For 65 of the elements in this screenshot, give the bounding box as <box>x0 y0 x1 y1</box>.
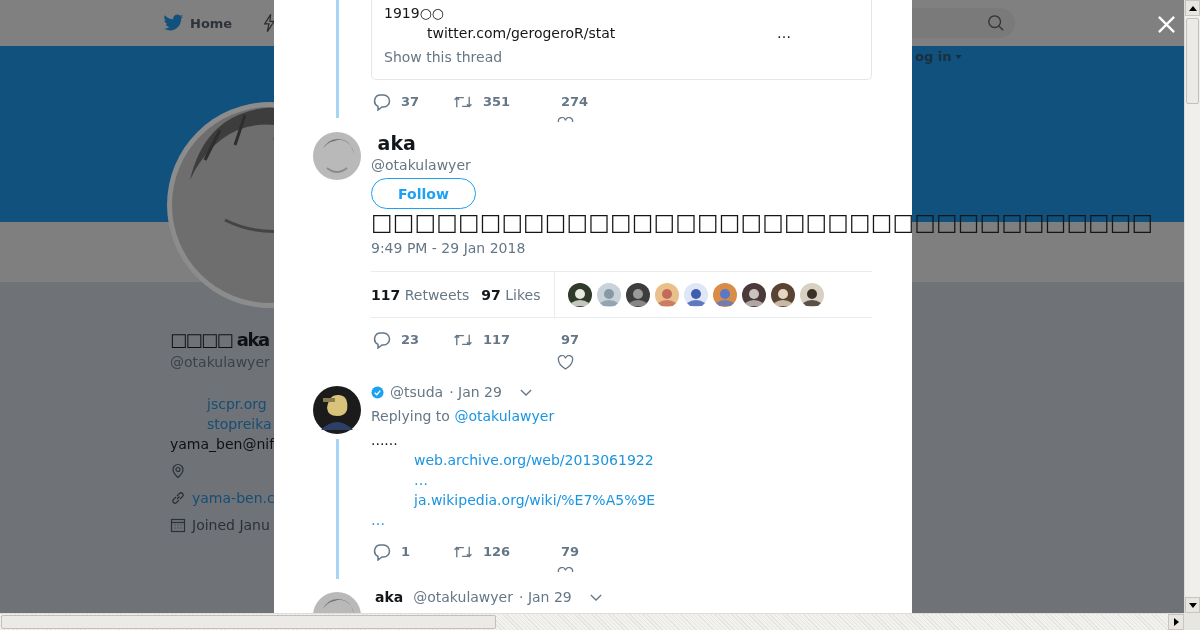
down-arrow-icon <box>1188 602 1197 608</box>
chevron-down-icon[interactable] <box>519 388 532 396</box>
lightning-icon[interactable] <box>263 13 276 33</box>
tweet-link[interactable]: web.archive.org/web/2013061922 <box>414 450 654 470</box>
search-icon <box>987 14 1006 32</box>
scroll-right-button[interactable] <box>1168 614 1184 630</box>
scrollbar-corner <box>1184 613 1200 630</box>
author-name[interactable]: aka <box>371 587 404 607</box>
tweet-link[interactable]: twitter.com/gerogeroR/stat <box>427 23 777 43</box>
author-handle[interactable]: @tsuda <box>390 382 444 402</box>
reply-icon[interactable] <box>373 543 391 561</box>
reply-icon[interactable] <box>373 93 391 111</box>
up-arrow-icon <box>1188 5 1197 11</box>
like-count: 79 <box>561 543 580 561</box>
vertical-scrollbar[interactable] <box>1184 0 1200 613</box>
horizontal-scrollbar[interactable] <box>0 613 1184 630</box>
link-icon <box>170 490 186 506</box>
tweet-link[interactable]: … <box>414 470 428 490</box>
reply-icon[interactable] <box>373 331 391 349</box>
bio-email: yama_ben@nif <box>170 435 275 454</box>
scrollbar-thumb[interactable] <box>1186 18 1199 104</box>
retweet-count: 126 <box>483 543 511 561</box>
follow-button[interactable]: Follow <box>371 178 476 209</box>
close-icon[interactable] <box>1157 15 1176 34</box>
replying-to-label: Replying to <box>371 408 450 424</box>
quoted-tweet-card[interactable]: 1919○○ twitter.com/gerogeroR/stat … Show this thread <box>371 0 872 80</box>
show-thread-link[interactable]: Show this thread <box>384 47 859 67</box>
tweet-date[interactable]: · Jan 29 <box>519 587 572 607</box>
retweets-stat[interactable]: 117 Retweets <box>371 286 470 303</box>
reply-count: 37 <box>401 93 420 111</box>
calendar-icon <box>170 517 186 533</box>
tweet-text: □□□□□□□□□□□□□□□□□□□□□□□□□□□□□□□□□□□□ <box>371 208 1154 236</box>
retweet-icon[interactable] <box>453 94 473 110</box>
likes-stat[interactable]: 97 Likes <box>481 286 541 303</box>
heart-icon[interactable] <box>557 355 574 370</box>
reply-count: 1 <box>401 543 411 561</box>
retweet-icon[interactable] <box>453 544 473 560</box>
profile-name: □□□□ aka <box>170 328 270 352</box>
tweet-text: 1919○○ <box>384 4 446 23</box>
home-link[interactable]: Home <box>163 14 233 32</box>
tweet-link[interactable]: ja.wikipedia.org/wiki/%E7%A5%9E <box>414 490 656 510</box>
scrollbar-thumb[interactable] <box>1 615 496 629</box>
tweet-link[interactable]: … <box>371 510 385 530</box>
tweet-text: ...... <box>371 431 399 450</box>
author-handle[interactable]: @otakulawyer <box>371 154 872 176</box>
retweet-count: 351 <box>483 93 511 111</box>
scroll-down-button[interactable] <box>1185 597 1200 613</box>
right-arrow-icon <box>1173 618 1179 626</box>
author-handle[interactable]: @otakulawyer <box>413 587 513 607</box>
like-count: 274 <box>561 93 589 111</box>
mention-link[interactable]: @otakulawyer <box>454 408 555 424</box>
reply-count: 23 <box>401 331 420 349</box>
chevron-down-icon[interactable] <box>589 593 602 601</box>
caret-icon <box>955 54 963 59</box>
bird-icon <box>163 14 184 32</box>
retweet-icon[interactable] <box>453 332 473 348</box>
retweet-count: 117 <box>483 331 511 349</box>
author-name[interactable]: aka <box>371 132 872 154</box>
ellipsis: … <box>777 24 791 43</box>
joined-date: Joined Janu <box>192 517 270 533</box>
location-pin-icon <box>170 463 186 479</box>
tweet-timestamp: 9:49 PM - 29 Jan 2018 <box>371 239 527 258</box>
tweet-date[interactable]: · Jan 29 <box>449 382 502 402</box>
scroll-up-button[interactable] <box>1185 0 1200 16</box>
like-count: 97 <box>561 331 580 349</box>
